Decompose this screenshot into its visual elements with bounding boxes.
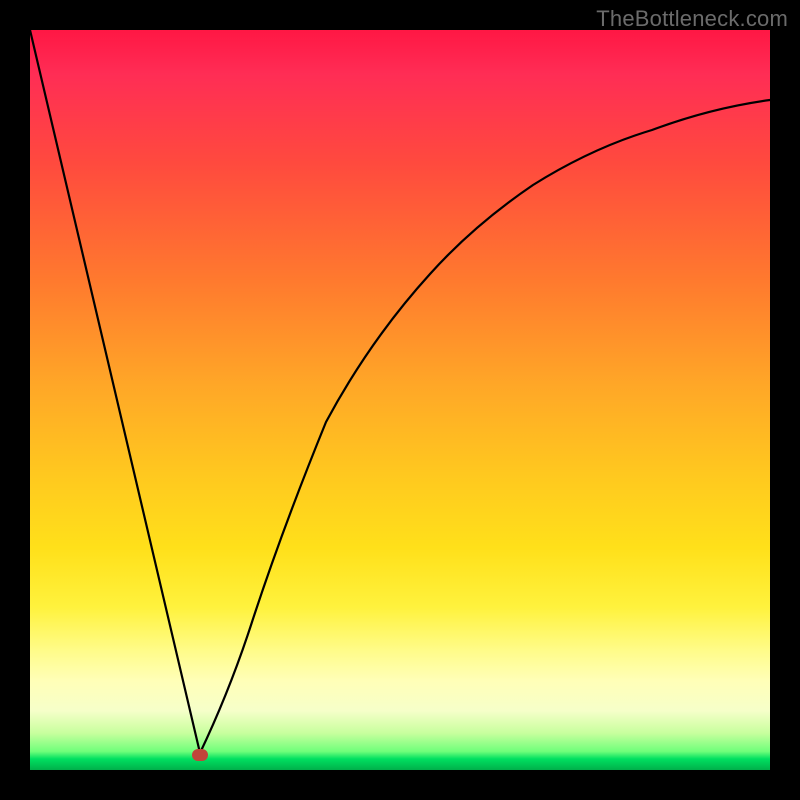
minimum-marker [192, 749, 208, 761]
watermark-text: TheBottleneck.com [596, 6, 788, 32]
chart-frame: TheBottleneck.com [0, 0, 800, 800]
plot-area [30, 30, 770, 770]
curve-left-segment [30, 30, 200, 753]
bottleneck-curve [30, 30, 770, 770]
curve-right-segment [200, 100, 770, 753]
